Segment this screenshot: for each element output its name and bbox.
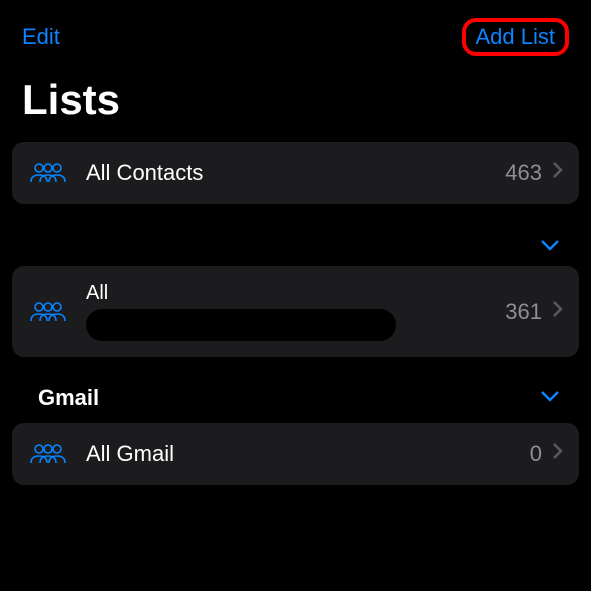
row-count: 361 [505,299,542,325]
row-label-wrap: All [86,282,505,341]
redacted-text [86,309,396,341]
section-collapse-toggle[interactable] [0,218,591,266]
list-row-all[interactable]: All 361 [12,266,579,357]
add-list-button[interactable]: Add List [476,24,556,50]
edit-button[interactable]: Edit [22,24,60,50]
list-row-all-gmail[interactable]: All Gmail 0 [12,423,579,485]
row-count: 0 [530,441,542,467]
chevron-right-icon [552,161,563,185]
chevron-down-icon [539,389,561,408]
group-icon [28,441,68,467]
group-icon [28,299,68,325]
row-label: All Contacts [86,160,505,186]
list-row-all-contacts[interactable]: All Contacts 463 [12,142,579,204]
section-title: Gmail [38,385,99,411]
nav-bar: Edit Add List [0,0,591,66]
add-list-highlight: Add List [462,18,570,56]
page-title: Lists [0,66,591,142]
row-label: All Gmail [86,441,530,467]
chevron-right-icon [552,300,563,324]
chevron-right-icon [552,442,563,466]
row-label: All [86,282,108,305]
group-icon [28,160,68,186]
row-count: 463 [505,160,542,186]
section-header-gmail[interactable]: Gmail [0,371,591,423]
